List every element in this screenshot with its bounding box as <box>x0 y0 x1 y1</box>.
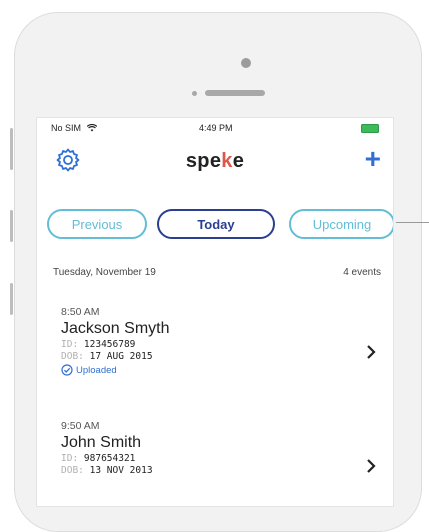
segmented-tabs: Previous Today Upcoming <box>37 209 393 243</box>
id-label: ID: <box>61 339 79 350</box>
app-logo: speke <box>37 150 393 173</box>
event-id-row: ID: 987654321 <box>61 453 379 464</box>
upload-status: Uploaded <box>61 364 379 376</box>
add-event-button[interactable]: + <box>365 145 381 173</box>
logo-text-accent: k <box>221 150 233 172</box>
logo-text-end: e <box>232 150 245 172</box>
current-date: Tuesday, November 19 <box>53 267 156 278</box>
event-time: 9:50 AM <box>61 420 100 432</box>
chevron-right-icon[interactable] <box>365 344 377 360</box>
volume-down-button <box>10 283 13 315</box>
event-item[interactable]: 8:50 AM Jackson Smyth ID: 123456789 DOB:… <box>61 306 379 376</box>
carrier-label: No SIM <box>51 123 97 133</box>
wifi-icon <box>86 124 97 132</box>
plus-icon: + <box>364 143 381 174</box>
event-dob-row: DOB: 17 AUG 2015 <box>61 351 379 362</box>
upload-status-text: Uploaded <box>76 365 117 376</box>
power-button-line <box>396 222 429 223</box>
check-circle-icon <box>61 364 73 376</box>
dob-label: DOB: <box>61 351 84 362</box>
dob-value: 17 AUG 2015 <box>89 351 153 362</box>
tab-upcoming[interactable]: Upcoming <box>289 209 393 239</box>
volume-up-button <box>10 210 13 242</box>
app-header: speke + <box>37 144 393 178</box>
event-count: 4 events <box>343 267 381 278</box>
event-dob-row: DOB: 13 NOV 2013 <box>61 465 379 476</box>
event-time: 8:50 AM <box>61 306 100 318</box>
mute-switch <box>10 128 13 170</box>
app-screen: No SIM 4:49 PM speke + Previous Today Up… <box>36 117 394 507</box>
proximity-sensor <box>192 91 197 96</box>
event-name: Jackson Smyth <box>61 320 170 337</box>
date-summary: Tuesday, November 19 4 events <box>53 267 381 278</box>
status-time: 4:49 PM <box>199 123 233 133</box>
id-value: 123456789 <box>83 339 136 350</box>
tab-previous[interactable]: Previous <box>47 209 147 239</box>
status-bar: No SIM 4:49 PM <box>37 118 393 140</box>
event-id-row: ID: 123456789 <box>61 339 379 350</box>
event-name: John Smith <box>61 434 142 451</box>
front-camera <box>241 58 251 68</box>
id-value: 987654321 <box>83 453 136 464</box>
tab-today[interactable]: Today <box>157 209 275 239</box>
earpiece-speaker <box>205 90 265 96</box>
carrier-text: No SIM <box>51 123 82 133</box>
chevron-right-icon[interactable] <box>365 458 377 474</box>
id-label: ID: <box>61 453 79 464</box>
battery-icon <box>361 124 379 133</box>
dob-value: 13 NOV 2013 <box>89 465 153 476</box>
dob-label: DOB: <box>61 465 84 476</box>
logo-text-start: spe <box>185 150 222 172</box>
event-item[interactable]: 9:50 AM John Smith ID: 987654321 DOB: 13… <box>61 420 379 476</box>
